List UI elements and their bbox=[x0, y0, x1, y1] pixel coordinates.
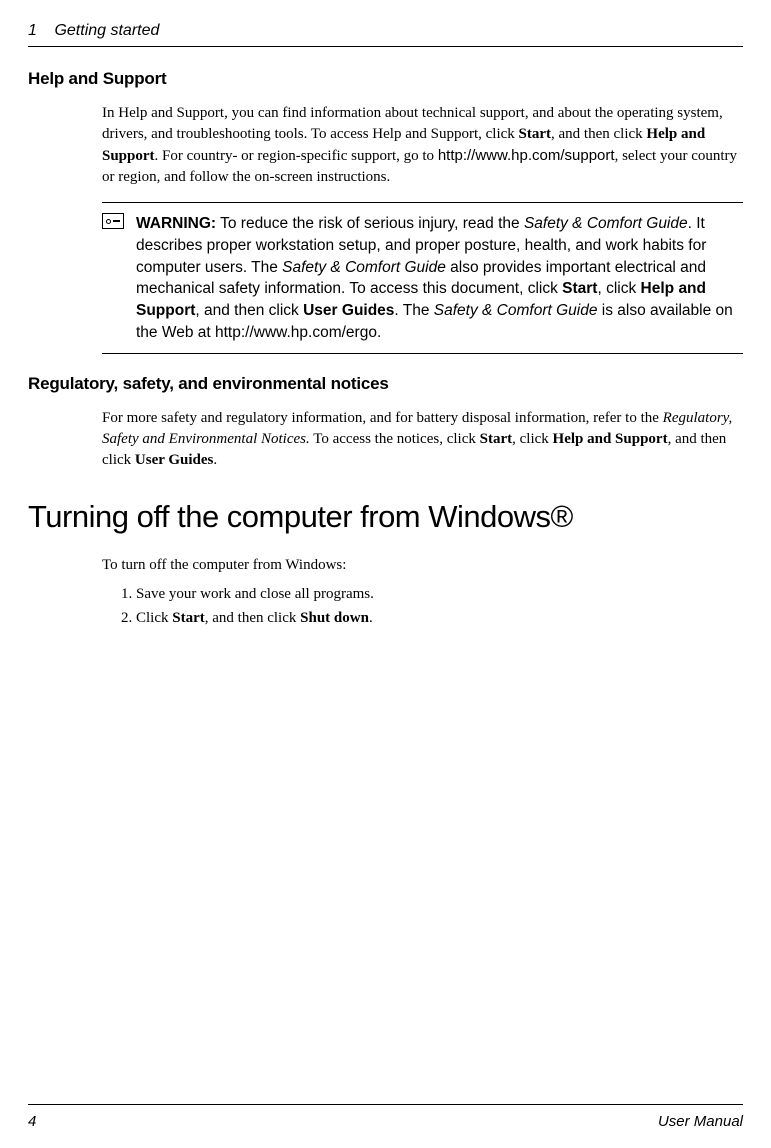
text: . For country- or region-specific suppor… bbox=[155, 148, 438, 164]
text: , click bbox=[597, 280, 640, 297]
heading-regulatory: Regulatory, safety, and environmental no… bbox=[28, 372, 743, 396]
text: , and then click bbox=[551, 126, 646, 142]
url-text: http://www.hp.com/ergo bbox=[215, 324, 377, 341]
text-bold: Start bbox=[519, 126, 552, 142]
text: . bbox=[377, 324, 381, 341]
warning-text: WARNING: To reduce the risk of serious i… bbox=[136, 213, 743, 343]
chapter-title: Getting started bbox=[54, 22, 159, 39]
text-bold: Start bbox=[172, 610, 205, 626]
text-bold: Help and Support bbox=[553, 431, 668, 447]
help-support-body: In Help and Support, you can find inform… bbox=[102, 103, 743, 188]
list-item: Click Start, and then click Shut down. bbox=[136, 608, 743, 629]
text: To reduce the risk of serious injury, re… bbox=[216, 215, 524, 232]
regulatory-body: For more safety and regulatory informati… bbox=[102, 408, 743, 471]
text: . bbox=[213, 452, 217, 468]
text: . The bbox=[394, 302, 433, 319]
text-italic: Safety & Comfort Guide bbox=[524, 215, 688, 232]
text: . bbox=[369, 610, 373, 626]
text-bold: Start bbox=[480, 431, 513, 447]
text: Click bbox=[136, 610, 172, 626]
regulatory-paragraph: For more safety and regulatory informati… bbox=[102, 408, 743, 471]
running-header: 1 Getting started bbox=[28, 20, 743, 47]
warning-label: WARNING: bbox=[136, 215, 216, 232]
doc-title: User Manual bbox=[658, 1111, 743, 1132]
text: Save your work and close all programs. bbox=[136, 586, 374, 602]
help-support-paragraph: In Help and Support, you can find inform… bbox=[102, 103, 743, 188]
text: , and then click bbox=[205, 610, 300, 626]
text: To access the notices, click bbox=[310, 431, 480, 447]
turnoff-steps: Save your work and close all programs. C… bbox=[118, 584, 743, 629]
text-italic: Safety & Comfort Guide bbox=[434, 302, 598, 319]
turnoff-intro: To turn off the computer from Windows: bbox=[102, 555, 743, 576]
text-italic: Safety & Comfort Guide bbox=[282, 259, 446, 276]
warning-icon bbox=[102, 213, 124, 229]
heading-turnoff: Turning off the computer from Windows® bbox=[28, 495, 743, 538]
heading-help-support: Help and Support bbox=[28, 67, 743, 91]
turnoff-body: To turn off the computer from Windows: S… bbox=[102, 555, 743, 629]
text: For more safety and regulatory informati… bbox=[102, 410, 663, 426]
warning-callout: WARNING: To reduce the risk of serious i… bbox=[102, 202, 743, 354]
text: , and then click bbox=[195, 302, 303, 319]
page-footer: 4 User Manual bbox=[28, 1104, 743, 1132]
text-bold: User Guides bbox=[303, 302, 394, 319]
text-bold: Start bbox=[562, 280, 597, 297]
text-bold: Shut down bbox=[300, 610, 369, 626]
text-bold: User Guides bbox=[135, 452, 213, 468]
page-body: 1 Getting started Help and Support In He… bbox=[0, 0, 771, 1100]
chapter-number: 1 bbox=[28, 20, 50, 42]
text: , click bbox=[512, 431, 552, 447]
page-number: 4 bbox=[28, 1111, 36, 1132]
url-text: http://www.hp.com/support bbox=[438, 147, 615, 164]
list-item: Save your work and close all programs. bbox=[136, 584, 743, 605]
